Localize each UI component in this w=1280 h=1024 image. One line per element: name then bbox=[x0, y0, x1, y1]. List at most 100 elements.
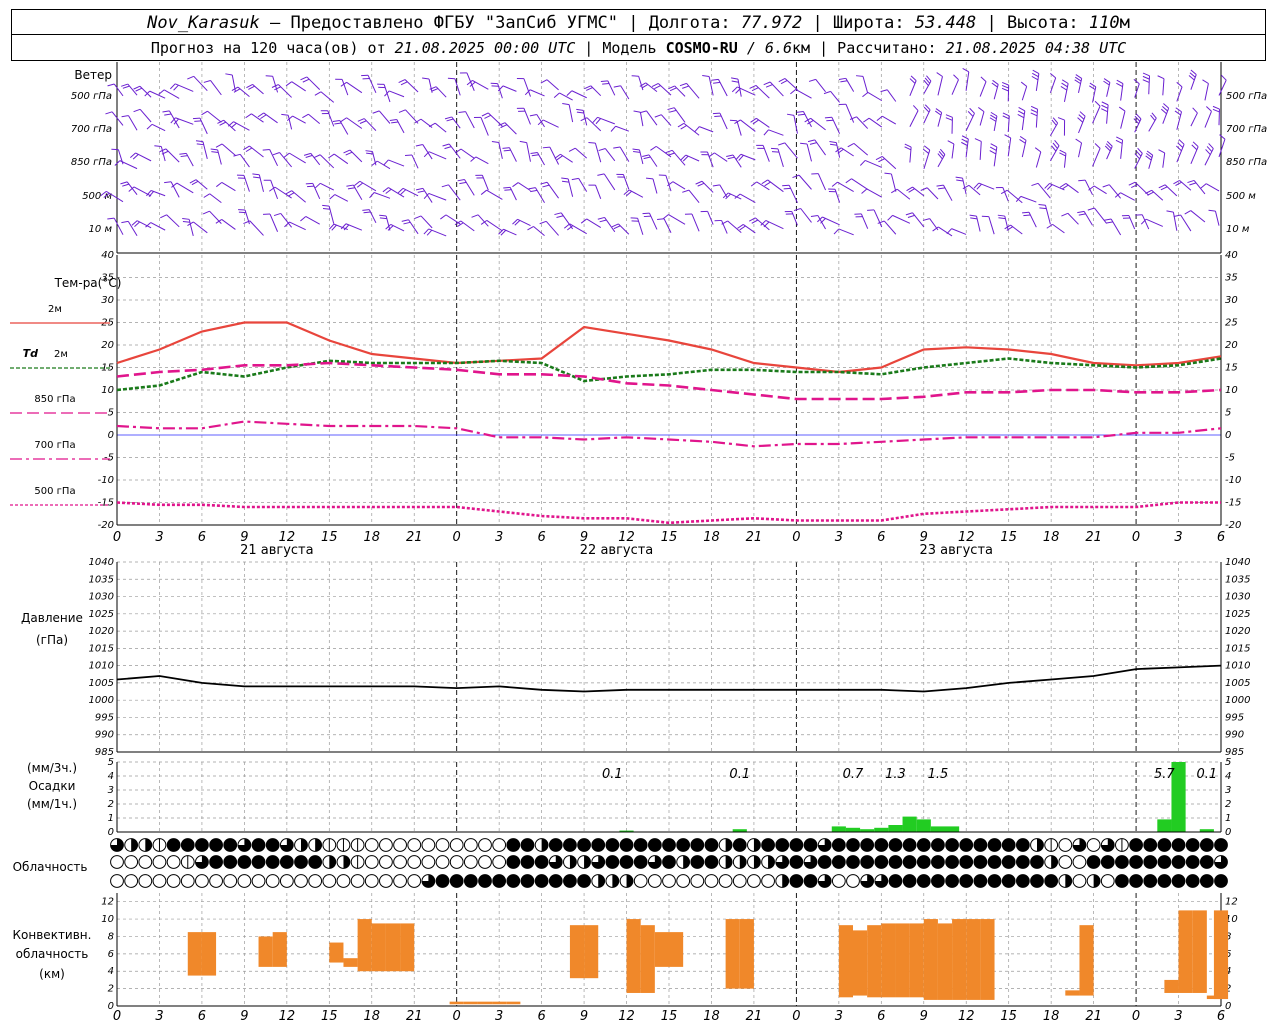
cloud-symbol bbox=[1199, 874, 1214, 888]
cloud-symbol bbox=[492, 855, 507, 869]
cloud-symbol bbox=[973, 838, 988, 852]
wind-barb-flag bbox=[442, 143, 450, 147]
cloud-half bbox=[329, 855, 336, 869]
wind-barb-shaft bbox=[526, 142, 531, 162]
wind-barb-shaft bbox=[597, 116, 615, 125]
cloud-symbol bbox=[846, 855, 860, 869]
wind-barb-shaft bbox=[428, 228, 447, 237]
cloud-title: Облачность bbox=[13, 860, 88, 874]
wind-barb-shaft bbox=[291, 81, 306, 92]
cloud-circle bbox=[831, 838, 846, 852]
wind-barb bbox=[790, 88, 812, 99]
wind-barb-flag bbox=[401, 219, 409, 222]
cloud-symbol bbox=[888, 838, 903, 852]
wind-barb bbox=[265, 75, 279, 93]
wind-barb bbox=[466, 79, 489, 90]
cloud-symbol bbox=[874, 855, 889, 869]
wind-barb-flag bbox=[471, 214, 479, 218]
temp-tick-right: 0 bbox=[1225, 430, 1231, 441]
cloud-circle bbox=[393, 855, 407, 869]
cloud-symbol bbox=[308, 838, 323, 852]
cloud-symbol bbox=[379, 874, 393, 888]
wind-barb-shaft bbox=[210, 80, 222, 96]
cloud-circle bbox=[605, 855, 620, 869]
cloud-circle bbox=[747, 874, 761, 888]
wind-barb-flag bbox=[1219, 134, 1226, 140]
wind-barb bbox=[1200, 183, 1220, 192]
wind-barb-flag bbox=[1051, 145, 1057, 152]
wind-barb bbox=[1158, 184, 1178, 197]
cloud-symbol bbox=[916, 838, 931, 852]
wind-barb-flag bbox=[1022, 211, 1030, 214]
wind-barb-flag bbox=[135, 87, 143, 92]
cloud-circle bbox=[690, 838, 705, 852]
wind-barb-flag bbox=[662, 214, 669, 220]
wind-barb-shaft bbox=[502, 85, 517, 92]
cloud-circle bbox=[421, 855, 436, 869]
cloud-circle bbox=[916, 855, 931, 869]
cloud-circle bbox=[874, 838, 889, 852]
cloud-symbol bbox=[463, 855, 478, 869]
wind-barb bbox=[379, 214, 391, 231]
conv-bar bbox=[329, 942, 344, 963]
wind-barb-flag bbox=[322, 208, 331, 210]
cloud-symbol bbox=[1001, 838, 1016, 852]
wind-barb-shaft bbox=[755, 85, 770, 99]
wind-barb bbox=[416, 187, 433, 203]
cloud-symbol bbox=[379, 838, 393, 852]
wind-barb-shaft bbox=[672, 181, 686, 190]
cloud-symbol bbox=[987, 855, 1002, 869]
wind-barb-shaft bbox=[1092, 148, 1101, 167]
wind-barb-shaft bbox=[308, 113, 321, 124]
wind-barb-flag bbox=[357, 118, 365, 122]
precip-tick-right: 1 bbox=[1225, 813, 1231, 824]
hour-label-bottom: 6 bbox=[1217, 1009, 1225, 1024]
cloud-half bbox=[315, 838, 322, 852]
wind-barb bbox=[904, 143, 912, 163]
cloud-symbol bbox=[1058, 874, 1073, 888]
wind-barb-flag bbox=[1212, 108, 1220, 113]
wind-barb-shaft bbox=[571, 90, 587, 99]
cloud-symbol bbox=[676, 838, 691, 852]
conv-bar bbox=[838, 925, 853, 998]
cloud-circle bbox=[166, 838, 181, 852]
hour-label: 3 bbox=[835, 530, 843, 545]
cloud-symbol bbox=[1143, 855, 1158, 869]
wind-barb bbox=[584, 85, 602, 97]
legend-label: 850 гПа bbox=[34, 394, 75, 405]
wind-barb-flag bbox=[1030, 105, 1038, 110]
wind-barb bbox=[934, 108, 943, 127]
cloud-circle bbox=[364, 874, 379, 888]
cloud-symbol bbox=[803, 838, 818, 852]
cloud-symbol bbox=[180, 874, 195, 888]
wind-barb-flag bbox=[1184, 210, 1192, 215]
wind-barb-shaft bbox=[856, 116, 869, 129]
cloud-circle bbox=[251, 874, 266, 888]
cloud-circle bbox=[1143, 855, 1158, 869]
wind-barb bbox=[763, 129, 784, 136]
wind-barb-flag bbox=[1128, 181, 1136, 186]
wind-barb-flag bbox=[423, 151, 430, 158]
wind-barb bbox=[195, 140, 208, 159]
wind-barb-flag bbox=[372, 110, 380, 114]
wind-barb-flag bbox=[1191, 144, 1198, 151]
hour-label-bottom: 6 bbox=[537, 1009, 545, 1024]
cloud-symbol bbox=[945, 855, 959, 869]
cloud-symbol bbox=[1129, 874, 1143, 888]
wind-barb-flag bbox=[969, 107, 975, 114]
hour-label: 18 bbox=[703, 530, 720, 545]
cloud-circle bbox=[1214, 838, 1228, 852]
cloud-circle bbox=[1030, 855, 1044, 869]
cloud-symbol bbox=[959, 874, 974, 888]
cloud-circle bbox=[860, 838, 875, 852]
wind-barb bbox=[346, 184, 363, 201]
wind-barb-flag bbox=[426, 229, 433, 236]
cloud-symbol bbox=[1157, 855, 1172, 869]
wind-barb-flag bbox=[253, 176, 261, 179]
wind-barb bbox=[160, 214, 180, 228]
cloud-symbol bbox=[605, 874, 620, 888]
wind-barb-flag bbox=[1032, 72, 1039, 78]
wind-barb bbox=[528, 187, 545, 204]
wind-barb bbox=[1135, 214, 1150, 230]
cloud-circle bbox=[110, 874, 124, 888]
